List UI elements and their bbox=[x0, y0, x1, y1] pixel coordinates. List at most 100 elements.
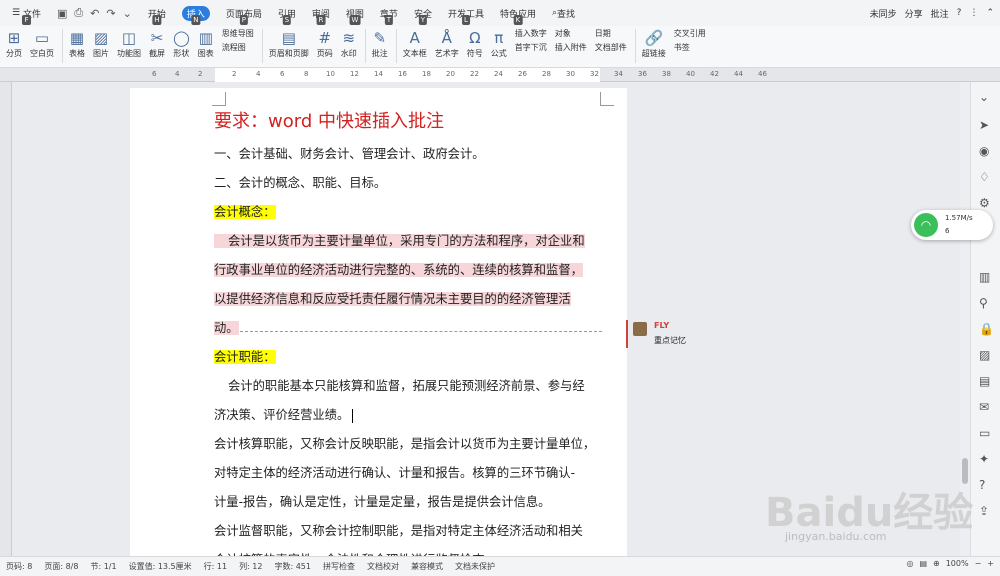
annotation-button[interactable]: ✎ 批注 bbox=[372, 28, 388, 59]
menu-home[interactable]: 开始H bbox=[142, 0, 172, 26]
commented-text[interactable]: 会计是以货币为主要计量单位，采用专门的方法和程序，对企业和 bbox=[214, 234, 585, 248]
doc-line: 会计核算职能，又称会计反映职能，是指会计以货币为主要计量单位， bbox=[214, 437, 596, 451]
commented-text[interactable]: 以提供经济信息和反应受托责任履行情况未主要目的的经济管理活 bbox=[214, 292, 571, 306]
commented-text[interactable]: 动。 bbox=[214, 321, 239, 335]
dropcap-button[interactable]: 首字下沉 bbox=[515, 42, 547, 53]
status-page[interactable]: 页面: 8/8 bbox=[44, 561, 78, 572]
location-icon[interactable]: ◉ bbox=[979, 144, 989, 158]
cursor-icon[interactable]: ➤ bbox=[979, 118, 989, 132]
help-icon[interactable]: ? bbox=[979, 478, 985, 492]
network-widget[interactable]: ◠ 1.57M/s 6 bbox=[911, 210, 993, 240]
insert-number-button[interactable]: 插入数字 bbox=[515, 28, 547, 39]
mindmap-button[interactable]: 思维导图 bbox=[222, 28, 254, 39]
share-button[interactable]: 分享 bbox=[905, 7, 923, 20]
image-icon[interactable]: ▨ bbox=[979, 348, 990, 362]
header-footer-button[interactable]: ▤ 页眉和页脚 bbox=[269, 28, 309, 59]
highlighted-heading: 会计职能： bbox=[214, 350, 276, 364]
picture-button[interactable]: ▨ 图片 bbox=[93, 28, 109, 59]
menu-features[interactable]: 特色应用K bbox=[494, 0, 542, 26]
shape-button[interactable]: ◯ 形状 bbox=[173, 28, 190, 59]
bookmark-button[interactable]: 书签 bbox=[674, 42, 706, 53]
comment-text[interactable]: 重点记忆 bbox=[654, 335, 686, 346]
watermark-url: jingyan.baidu.com bbox=[785, 530, 887, 543]
link-icon: 🔗 bbox=[644, 29, 664, 47]
format-icon[interactable]: ⚙ bbox=[979, 196, 990, 210]
undo-icon[interactable]: ↶ bbox=[90, 7, 99, 20]
web-view-icon[interactable]: ⊕ bbox=[933, 559, 940, 568]
zoom-value[interactable]: 100% bbox=[946, 559, 969, 568]
menu-page-layout[interactable]: 页面布局P bbox=[220, 0, 268, 26]
blank-page-button[interactable]: ▭ 空白页 bbox=[30, 28, 54, 59]
print-icon[interactable]: ⎙ bbox=[74, 6, 83, 20]
textbox-button[interactable]: A 文本框 bbox=[403, 28, 427, 59]
formula-button[interactable]: π 公式 bbox=[491, 28, 507, 59]
help-button[interactable]: ? bbox=[957, 8, 962, 18]
protect-status[interactable]: 文档未保护 bbox=[455, 561, 495, 572]
annotation-icon: ✎ bbox=[373, 29, 387, 47]
screenshot-button[interactable]: ✂ 截屏 bbox=[149, 28, 165, 59]
spell-check-button[interactable]: 拼写检查 bbox=[323, 561, 355, 572]
collapse-icon[interactable]: ⌃ bbox=[986, 8, 994, 18]
status-words[interactable]: 字数: 451 bbox=[274, 561, 311, 572]
hyperlink-button[interactable]: 🔗 超链接 bbox=[642, 28, 666, 59]
menu-file[interactable]: ☰ 文件 F bbox=[6, 0, 47, 26]
table-icon: ▦ bbox=[69, 29, 85, 47]
page-break-button[interactable]: ⊞ 分页 bbox=[6, 28, 22, 59]
customize-icon[interactable]: ⌄ bbox=[123, 7, 132, 20]
doc-icon[interactable]: ▤ bbox=[979, 374, 990, 388]
lock-icon[interactable]: 🔒 bbox=[979, 322, 994, 336]
page-number-button[interactable]: # 页码 bbox=[317, 28, 333, 59]
menu-chapter[interactable]: 章节T bbox=[374, 0, 404, 26]
comment-icon[interactable]: ✉ bbox=[979, 400, 989, 414]
insert-group-a: 插入数字 首字下沉 bbox=[515, 28, 547, 53]
flowchart-button[interactable]: 流程图 bbox=[222, 42, 254, 53]
header-footer-icon: ▤ bbox=[281, 29, 296, 47]
save-icon[interactable]: ▣ bbox=[57, 7, 67, 20]
style-icon[interactable]: ♢ bbox=[979, 170, 990, 184]
wordart-button[interactable]: Å 艺术字 bbox=[435, 28, 459, 59]
date-button[interactable]: 日期 bbox=[595, 28, 627, 39]
symbol-button[interactable]: Ω 符号 bbox=[467, 28, 483, 59]
table-button[interactable]: ▦ 表格 bbox=[69, 28, 85, 59]
doc-check-button[interactable]: 文档校对 bbox=[367, 561, 399, 572]
menu-view[interactable]: 视图W bbox=[340, 0, 370, 26]
zoom-out-icon[interactable]: − bbox=[975, 559, 982, 568]
page-number-icon: # bbox=[318, 29, 332, 47]
eye-icon[interactable]: ◎ bbox=[906, 559, 913, 568]
attachment-button[interactable]: 插入附件 bbox=[555, 42, 587, 53]
more-icon[interactable]: ⋮ bbox=[969, 8, 978, 18]
separator bbox=[62, 29, 63, 63]
chart-icon[interactable]: ▥ bbox=[979, 270, 990, 284]
menu-security[interactable]: 安全Y bbox=[408, 0, 438, 26]
view-page-icon[interactable]: ▤ bbox=[919, 559, 927, 568]
pin-icon[interactable]: ⚲ bbox=[979, 296, 988, 310]
archive-icon[interactable]: ▭ bbox=[979, 426, 990, 440]
settings-icon[interactable]: ✦ bbox=[979, 452, 989, 466]
menu-developer[interactable]: 开发工具L bbox=[442, 0, 490, 26]
menu-review[interactable]: 审阅R bbox=[306, 0, 336, 26]
zoom-in-icon[interactable]: + bbox=[987, 559, 994, 568]
chart-button[interactable]: ▥ 图表 bbox=[198, 28, 214, 59]
cross-reference-button[interactable]: 交叉引用 bbox=[674, 28, 706, 39]
menu-bar: ☰ 文件F ▣ ⎙ ↶ ↷ ⌄ 开始H 插入N 页面布局P 引用S 审阅R 视图… bbox=[0, 0, 1000, 26]
feature-graph-icon: ◫ bbox=[121, 29, 137, 47]
redo-icon[interactable]: ↷ bbox=[106, 7, 115, 20]
horizontal-ruler[interactable]: 6 4 2 2 4 6 8 10 12 14 16 18 20 22 24 26… bbox=[0, 68, 1000, 82]
menu-reference[interactable]: 引用S bbox=[272, 0, 302, 26]
comment-balloon[interactable]: FLY 重点记忆 bbox=[626, 320, 686, 348]
feature-graph-button[interactable]: ◫ 功能图 bbox=[117, 28, 141, 59]
textbox-icon: A bbox=[409, 29, 420, 47]
doc-part-button[interactable]: 文档部件 bbox=[595, 42, 627, 53]
menu-insert[interactable]: 插入N bbox=[176, 0, 216, 26]
share-icon[interactable]: ⇪ bbox=[979, 504, 989, 518]
commented-text[interactable]: 行政事业单位的经济活动进行完整的、系统的、连续的核算和监督， bbox=[214, 263, 583, 277]
menu-search[interactable]: ⌕ 查找 bbox=[546, 0, 581, 26]
doc-line: 二、会计的概念、职能、目标。 bbox=[214, 176, 387, 190]
watermark-button[interactable]: ≋ 水印 bbox=[341, 28, 357, 59]
object-button[interactable]: 对象 bbox=[555, 28, 587, 39]
vertical-ruler[interactable] bbox=[0, 82, 12, 556]
sync-status[interactable]: 未同步 bbox=[870, 7, 897, 20]
collapse-icon[interactable]: ⌄ bbox=[979, 90, 989, 104]
document-content[interactable]: 要求：word 中快速插入批注 一、会计基础、财务会计、管理会计、政府会计。 二… bbox=[214, 108, 602, 575]
comment-button[interactable]: 批注 bbox=[931, 7, 949, 20]
